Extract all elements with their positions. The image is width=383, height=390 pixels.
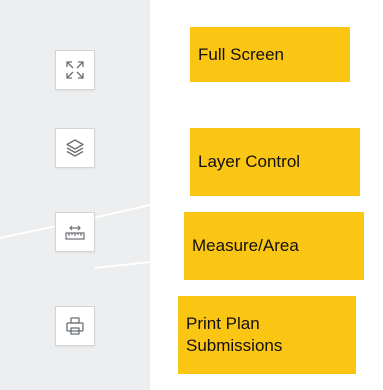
printer-icon — [63, 314, 87, 338]
measure-area-button[interactable] — [55, 212, 95, 252]
layer-control-callout: Layer Control — [190, 128, 360, 196]
full-screen-callout: Full Screen — [190, 27, 350, 82]
full-screen-button[interactable] — [55, 50, 95, 90]
layer-control-button[interactable] — [55, 128, 95, 168]
full-screen-callout-label: Full Screen — [198, 44, 284, 64]
print-plan-button[interactable] — [55, 306, 95, 346]
layers-icon — [63, 136, 87, 160]
print-plan-callout: Print Plan Submissions — [178, 296, 356, 374]
ruler-measure-icon — [63, 220, 87, 244]
full-screen-icon — [63, 58, 87, 82]
measure-area-callout: Measure/Area — [184, 212, 364, 280]
measure-area-callout-label: Measure/Area — [192, 236, 299, 255]
print-plan-callout-label: Print Plan Submissions — [186, 314, 283, 355]
layer-control-callout-label: Layer Control — [198, 152, 301, 171]
